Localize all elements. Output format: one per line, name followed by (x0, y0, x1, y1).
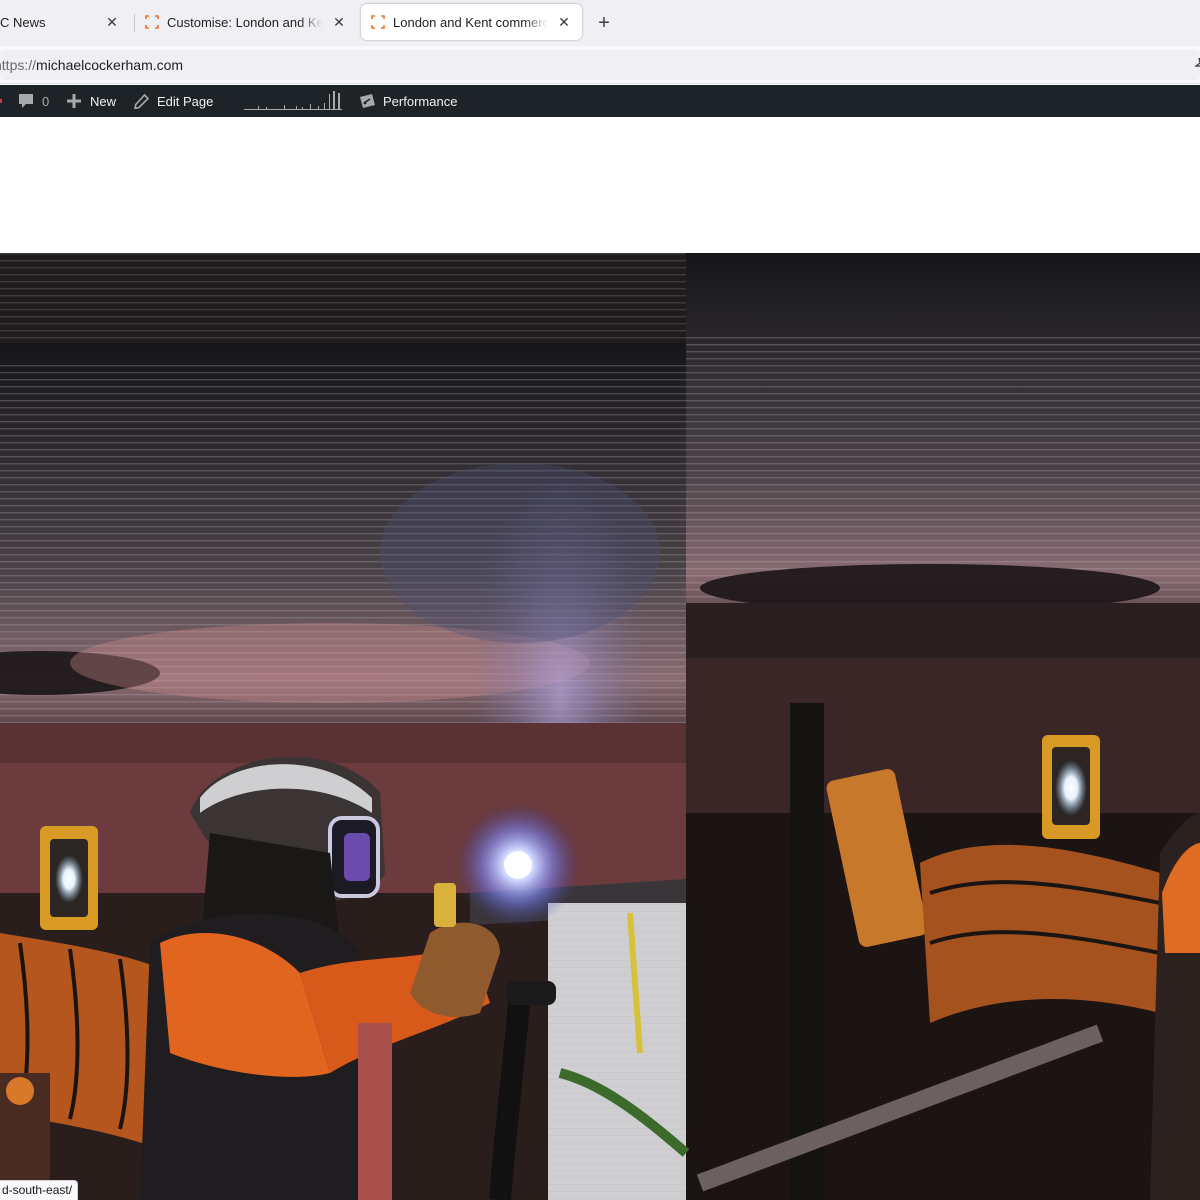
address-bar[interactable]: https://michaelcockerham.com (0, 50, 1200, 80)
new-label: New (90, 93, 117, 109)
tab-customise[interactable]: Customise: London and Kent commercial an… (135, 4, 357, 40)
comments-count: 0 (42, 93, 50, 109)
gauge-icon (360, 94, 375, 108)
loading-brackets-icon (371, 15, 385, 29)
tab-current-page[interactable]: London and Kent commercial and industria… (361, 4, 582, 40)
close-icon[interactable]: ✕ (329, 12, 349, 32)
tab-title: London and Kent commercial and industria… (393, 14, 548, 30)
admin-bar-new[interactable]: New (67, 85, 116, 117)
tab-title: Customise: London and Kent commercial an… (167, 14, 323, 30)
inset-photo (0, 343, 690, 1200)
new-tab-button[interactable]: + (592, 11, 616, 35)
admin-bar-comments[interactable]: 0 (18, 85, 49, 117)
pencil-icon (134, 93, 149, 109)
admin-bar-performance[interactable]: Performance (358, 85, 457, 117)
navigation-toolbar: https://michaelcockerham.com (0, 46, 1200, 84)
admin-bar-edit-page[interactable]: Edit Page (134, 85, 213, 117)
url-host: michaelcockerham.com (36, 57, 184, 73)
query-monitor-sparkline[interactable] (244, 90, 342, 112)
hero-welding-photo (0, 253, 1200, 1200)
browser-tab-strip: C News ✕ Customise: London and Kent comm… (0, 0, 1200, 46)
bookmark-star-icon[interactable] (1194, 58, 1200, 72)
close-icon[interactable]: ✕ (554, 12, 574, 32)
url-scheme: https:// (0, 57, 37, 73)
loading-brackets-icon (145, 15, 159, 29)
edit-page-label: Edit Page (157, 93, 214, 109)
close-icon[interactable]: ✕ (102, 12, 122, 32)
site-icon-fragment (0, 99, 2, 103)
wp-admin-bar: 0 New Edit Page Performance (0, 85, 1200, 117)
tab-news[interactable]: C News ✕ (0, 4, 130, 40)
status-bar-link-preview: d-south-east/ (0, 1180, 79, 1200)
plus-icon (67, 94, 81, 108)
performance-label: Performance (383, 93, 458, 109)
page-header-area (0, 117, 1200, 253)
tab-title: C News (0, 14, 96, 30)
comment-bubble-icon (19, 94, 33, 108)
